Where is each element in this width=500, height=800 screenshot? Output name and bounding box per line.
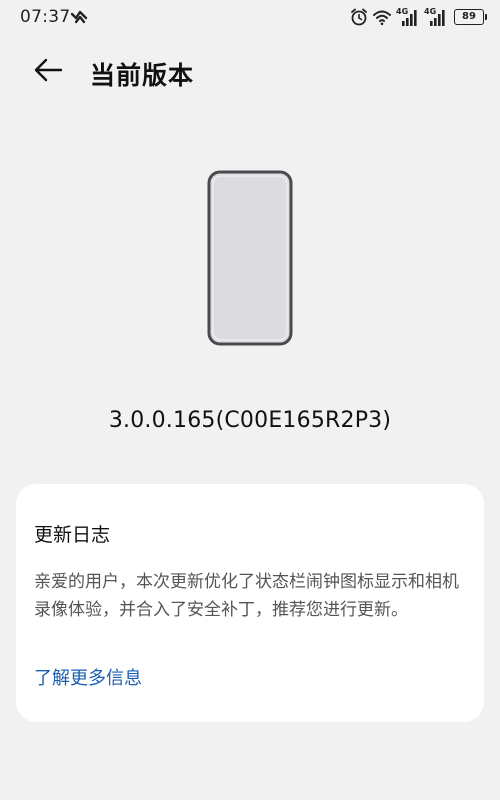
header: 当前版本 [0,48,500,98]
page-title: 当前版本 [90,61,195,90]
notification-icon [70,8,88,26]
changelog-title: 更新日志 [34,524,111,546]
alarm-icon [350,7,368,27]
back-arrow-icon [33,57,63,87]
status-time: 07:37 [20,7,71,27]
signal-icon: 4G [424,7,448,27]
network-type-label: 4G [396,7,409,16]
changelog-card: 更新日志 亲爱的用户，本次更新优化了状态栏闹钟图标显示和相机录像体验，并合入了安… [16,484,484,722]
phone-illustration [207,170,293,346]
wifi-icon [372,7,392,27]
changelog-description: 亲爱的用户，本次更新优化了状态栏闹钟图标显示和相机录像体验，并合入了安全补丁，推… [34,572,459,620]
battery-icon: 89 [454,9,487,25]
learn-more-link[interactable]: 了解更多信息 [34,664,142,690]
network-type-label: 4G [424,7,437,16]
status-icons: 4G 4G 89 [350,6,487,28]
version-number: 3.0.0.165(C00E165R2P3) [108,408,392,433]
battery-level: 89 [462,11,476,22]
signal-icon: 4G [396,7,420,27]
back-button[interactable] [30,56,66,88]
status-bar: 07:37 4G 4G 89 [0,0,500,34]
